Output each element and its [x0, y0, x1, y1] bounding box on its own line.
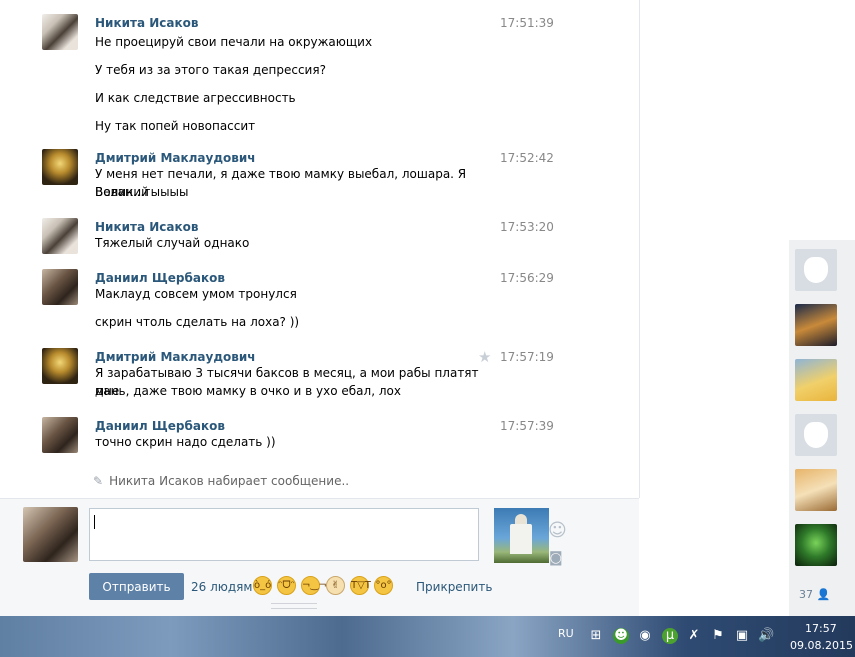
author-avatar[interactable]	[42, 14, 78, 50]
message-text: И как следствие агрессивность	[95, 91, 296, 105]
smirk-face-icon[interactable]: ¬‿¬	[301, 576, 327, 595]
message-time[interactable]: 17:57:19	[500, 350, 554, 364]
message-author[interactable]: Дмитрий Маклаудович	[95, 151, 256, 165]
message-author[interactable]: Дмитрий Маклаудович	[95, 350, 256, 364]
message-text: точно скрин надо сделать ))	[95, 435, 276, 449]
message-text: Тяжелый случай однако	[95, 236, 250, 250]
crying-laugh-icon[interactable]: T▽T	[350, 576, 371, 595]
typing-indicator: ✎ Никита Исаков набирает сообщение..	[93, 474, 349, 488]
church-building	[510, 524, 532, 554]
typing-text: Никита Исаков набирает сообщение..	[109, 474, 350, 488]
author-avatar[interactable]	[42, 218, 78, 254]
author-avatar[interactable]	[42, 269, 78, 305]
network-icon[interactable]: ▣	[734, 628, 750, 644]
message-time[interactable]: 17:51:39	[500, 16, 554, 30]
author-avatar[interactable]	[42, 149, 78, 185]
chat-history: Никита Исаков 17:51:39 Не проецируй свои п…	[0, 0, 640, 498]
victory-hand-icon[interactable]: ✌	[326, 576, 345, 595]
friend-avatar[interactable]	[795, 359, 837, 401]
pencil-icon: ✎	[93, 474, 104, 488]
smile-icon[interactable]: ☺	[548, 522, 567, 540]
network-wrench-icon[interactable]: ✗	[686, 628, 702, 644]
taskbar: RU ⊞ ☻ ◉ µ ✗ ⚑ ▣ 🔊 17:57 09.08.2015	[0, 616, 855, 657]
message-text: Не проецируй свои печали на окружающих	[95, 35, 373, 49]
online-count-value: 37	[799, 588, 813, 601]
message-author[interactable]: Никита Исаков	[95, 220, 198, 234]
online-count[interactable]: 37 👤	[799, 588, 830, 601]
friend-avatar[interactable]	[795, 414, 837, 456]
friend-avatar[interactable]	[795, 304, 837, 346]
author-avatar[interactable]	[42, 417, 78, 453]
compose-area: ☺ ◙ Отправить 26 людям ò_ó ᵔᗜᵔ ¬‿¬ ✌ T▽T…	[0, 498, 639, 617]
my-avatar[interactable]	[23, 507, 78, 562]
grin-face-icon[interactable]: ᵔᗜᵔ	[277, 576, 296, 595]
text-caret	[94, 515, 95, 529]
fearful-face-icon[interactable]: °o°	[374, 576, 393, 595]
recipient-avatar[interactable]	[494, 508, 549, 563]
language-indicator[interactable]: RU	[558, 627, 574, 640]
eset-icon[interactable]: ◉	[637, 628, 653, 644]
camera-icon[interactable]: ◙	[549, 550, 563, 566]
friend-avatar[interactable]	[795, 524, 837, 566]
resize-handle[interactable]	[271, 603, 317, 609]
message-time[interactable]: 17:53:20	[500, 220, 554, 234]
person-icon: 👤	[816, 588, 831, 601]
volume-icon[interactable]: 🔊	[758, 628, 774, 644]
message-text: Маклауд совсем умом тронулся	[95, 287, 297, 301]
message-text: скрин чтоль сделать на лоха? ))	[95, 315, 300, 329]
message-text: дань, даже твою мамку в очко и в ухо еба…	[95, 384, 401, 398]
message-author[interactable]: Даниил Щербаков	[95, 419, 225, 433]
default-avatar-icon	[804, 257, 828, 283]
antivirus-icon[interactable]: ☻	[613, 628, 629, 644]
message-time[interactable]: 17:56:29	[500, 271, 554, 285]
message-text: Ну так попей новопассит	[95, 119, 256, 133]
message-time[interactable]: 17:57:39	[500, 419, 554, 433]
angry-face-icon[interactable]: ò_ó	[253, 576, 272, 595]
windows-icon[interactable]: ⊞	[588, 628, 604, 644]
default-avatar-icon	[804, 422, 828, 448]
message-author[interactable]: Даниил Щербаков	[95, 271, 225, 285]
message-time[interactable]: 17:52:42	[500, 151, 554, 165]
message-text: Вован...гыыыы	[95, 185, 189, 199]
message-author[interactable]: Никита Исаков	[95, 16, 198, 30]
utorrent-icon[interactable]: µ	[662, 628, 678, 644]
action-center-flag-icon[interactable]: ⚑	[710, 628, 726, 644]
clock-date[interactable]: 09.08.2015	[790, 639, 853, 652]
message-input[interactable]: ☺ ◙	[89, 508, 567, 566]
friend-avatar[interactable]	[795, 249, 837, 291]
send-button[interactable]: Отправить	[89, 573, 184, 600]
attach-link[interactable]: Прикрепить	[416, 580, 492, 594]
people-count-link[interactable]: 26 людям	[191, 580, 252, 594]
friends-sidebar: 37 👤	[789, 240, 855, 616]
clock-time[interactable]: 17:57	[805, 622, 837, 635]
friend-avatar[interactable]	[795, 469, 837, 511]
author-avatar[interactable]	[42, 348, 78, 384]
message-text: У тебя из за этого такая депрессия?	[95, 63, 326, 77]
